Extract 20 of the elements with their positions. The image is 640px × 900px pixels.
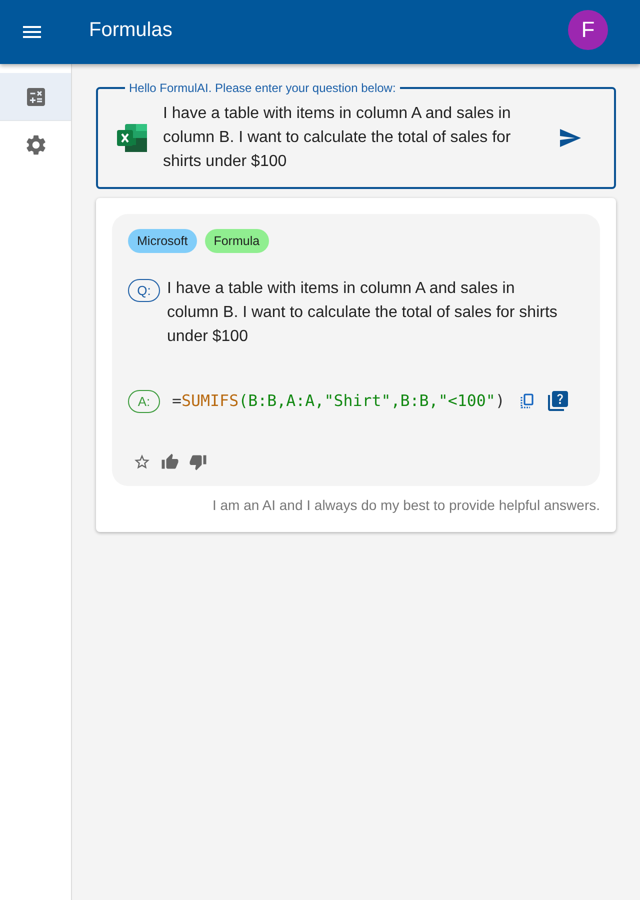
disclaimer-text: I am an AI and I always do my best to provide helpful answers. bbox=[211, 497, 600, 513]
tag-chip: Formula bbox=[204, 229, 269, 253]
tag-chip: Microsoft bbox=[128, 229, 197, 253]
formula-text: =SUMIFS(B:B,A:A,"Shirt",B:B,"<100") bbox=[172, 390, 505, 412]
answer-badge: A: bbox=[128, 390, 160, 412]
copy-icon bbox=[518, 393, 535, 409]
spreadsheet-logo-icon bbox=[117, 124, 147, 152]
question-label: Hello FormulAI. Please enter your question below: bbox=[128, 81, 397, 95]
question-text: I have a table with items in column A and sales in column B. I want to calculate the total of sales for shirts under $100 bbox=[167, 279, 558, 347]
settings-icon bbox=[24, 132, 48, 156]
thumbs-down-icon bbox=[189, 453, 207, 471]
user-avatar[interactable]: F bbox=[568, 10, 608, 50]
question-field[interactable]: Hello FormulAI. Please enter your question below: I have a table with items in column A and sales in column B. I want to calculate the total of sales for shirts under $100 bbox=[96, 81, 616, 189]
thumbs-up-icon bbox=[161, 453, 179, 471]
sidebar-item[interactable] bbox=[0, 73, 71, 121]
quiz-book-icon bbox=[546, 389, 570, 413]
question-badge: Q: bbox=[128, 279, 160, 302]
send-icon bbox=[558, 126, 582, 150]
page-title: Formulas bbox=[89, 18, 174, 42]
star-icon bbox=[133, 453, 151, 471]
